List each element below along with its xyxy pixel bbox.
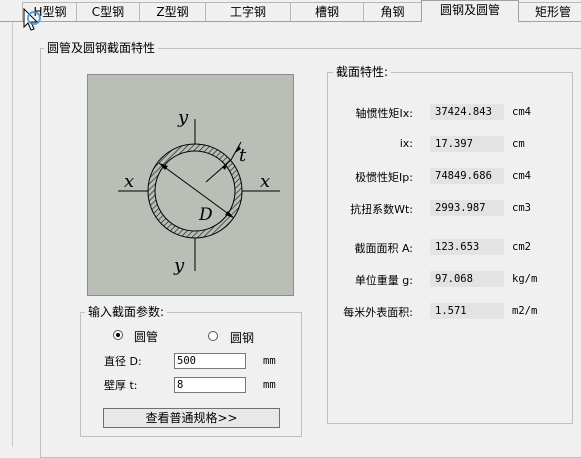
prop-label-unit-weight: 单位重量 g: — [354, 274, 413, 287]
thickness-field-label: 壁厚 t: — [104, 379, 138, 392]
tab-c-steel[interactable]: C型钢 — [76, 2, 140, 21]
prop-value-unit-weight: 97.068 — [430, 271, 504, 287]
radio-pipe[interactable] — [113, 330, 123, 340]
view-standard-specs-button[interactable]: 查看普通规格>> — [103, 408, 280, 428]
prop-label-radius-gyration: ix: — [399, 137, 413, 150]
prop-value-torsion-modulus: 2993.987 — [430, 200, 504, 216]
prop-unit-surface-area: m2/m — [512, 305, 538, 317]
prop-value-polar-inertia: 74849.686 — [430, 168, 504, 184]
tab-i-beam[interactable]: 工字钢 — [205, 2, 291, 21]
diameter-label: D — [198, 205, 213, 225]
diameter-field-label: 直径 D: — [104, 355, 142, 368]
y-axis-label-top: y — [177, 107, 189, 128]
prop-label-area: 截面面积 A: — [354, 242, 413, 255]
radio-round-bar[interactable] — [208, 331, 218, 341]
diameter-input[interactable]: 500 — [174, 353, 246, 369]
prop-label-surface-area: 每米外表面积: — [343, 306, 413, 319]
y-axis-label-bottom: y — [173, 255, 185, 276]
prop-unit-unit-weight: kg/m — [512, 273, 538, 285]
panel-left-border — [12, 22, 13, 447]
tab-strip: H型钢 C型钢 Z型钢 工字钢 槽钢 角钢 圆钢及圆管 矩形管 — [0, 0, 581, 22]
prop-unit-polar-inertia: cm4 — [512, 170, 531, 182]
diameter-unit: mm — [263, 355, 276, 367]
thickness-label: t — [239, 145, 247, 166]
section-properties-title: 截面特性: — [333, 65, 392, 79]
tab-z-steel[interactable]: Z型钢 — [139, 2, 206, 21]
radio-pipe-label: 圆管 — [134, 330, 159, 344]
prop-unit-torsion-modulus: cm3 — [512, 202, 531, 214]
thickness-unit: mm — [263, 379, 276, 391]
pipe-section-diagram: y y x x t D — [118, 107, 280, 276]
radio-round-bar-label: 圆钢 — [230, 331, 255, 345]
tab-rect-tube[interactable]: 矩形管 — [518, 2, 581, 21]
mouse-pointer-icon — [23, 8, 41, 31]
prop-label-ix-inertia: 轴惯性矩Ix: — [355, 107, 413, 120]
prop-unit-radius-gyration: cm — [512, 138, 525, 150]
tab-round-steel-and-pipe[interactable]: 圆钢及圆管 — [421, 0, 519, 22]
prop-label-polar-inertia: 极惯性矩Ip: — [355, 171, 413, 184]
section-figure: y y x x t D — [87, 74, 294, 296]
prop-label-torsion-modulus: 抗扭系数Wt: — [350, 203, 413, 216]
prop-value-ix-inertia: 37424.843 — [430, 104, 504, 120]
prop-value-radius-gyration: 17.397 — [430, 136, 504, 152]
tab-channel[interactable]: 槽钢 — [290, 2, 364, 21]
tab-angle[interactable]: 角钢 — [363, 2, 422, 21]
prop-value-surface-area: 1.571 — [430, 303, 504, 319]
main-group-title: 圆管及圆钢截面特性 — [44, 41, 159, 55]
prop-value-area: 123.653 — [430, 239, 504, 255]
prop-unit-area: cm2 — [512, 241, 531, 253]
thickness-input[interactable]: 8 — [174, 377, 246, 393]
x-axis-label-left: x — [124, 171, 134, 192]
x-axis-label-right: x — [260, 171, 270, 192]
prop-unit-ix-inertia: cm4 — [512, 106, 531, 118]
input-params-title: 输入截面参数: — [85, 305, 168, 319]
